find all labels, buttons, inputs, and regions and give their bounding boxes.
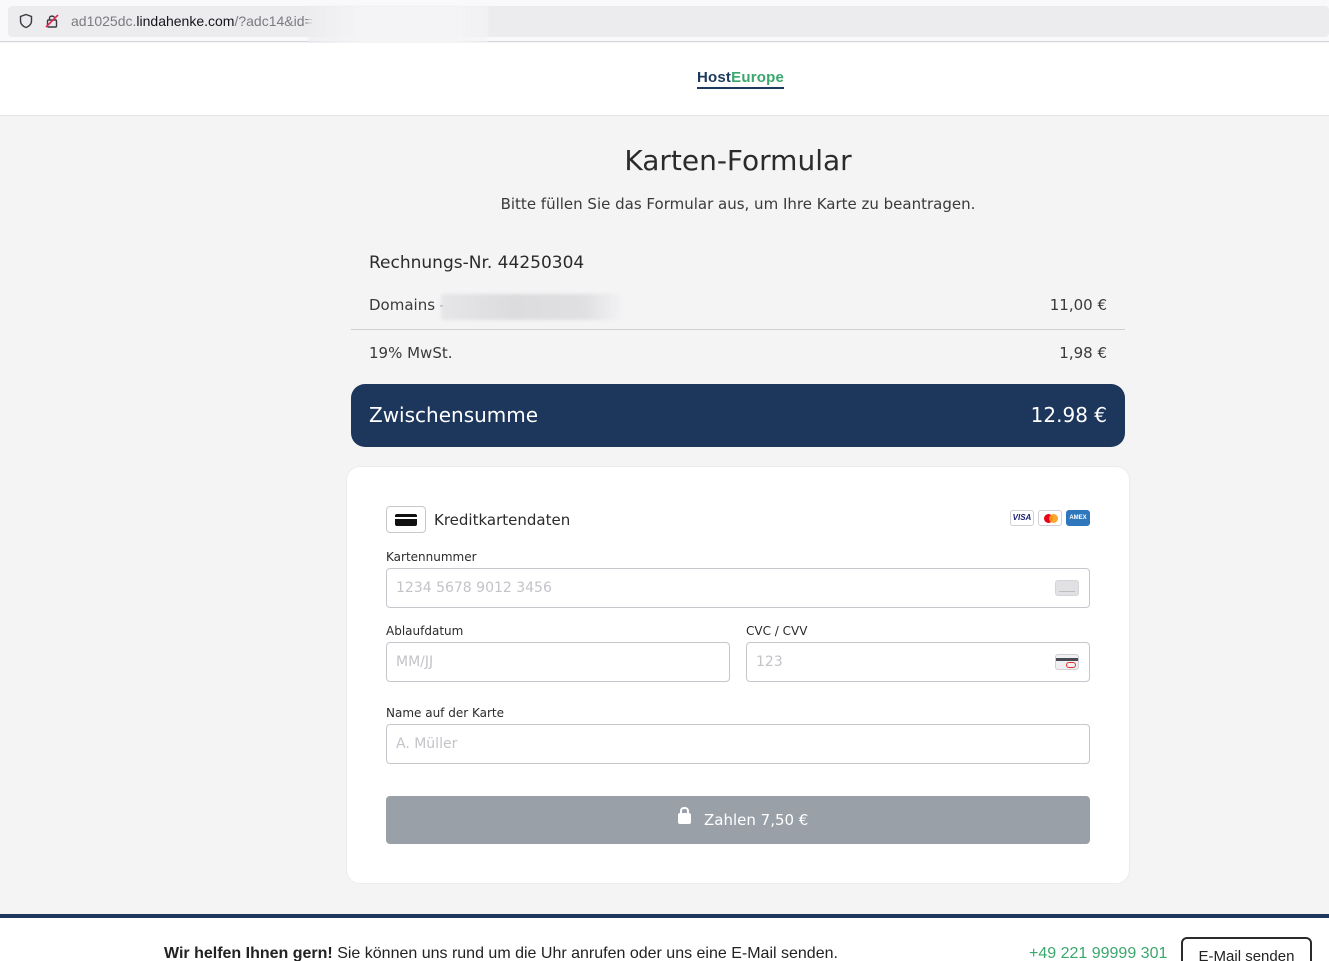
shield-icon[interactable] (18, 13, 34, 29)
insecure-lock-icon[interactable] (44, 13, 60, 29)
card-form-title: Kreditkartendaten (434, 511, 571, 529)
browser-address-bar: ad1025dc.lindahenke.com/?adc14&id= (0, 0, 1329, 54)
invoice-number: Rechnungs-Nr. 44250304 (369, 253, 585, 273)
line-label: Domains - (369, 296, 446, 314)
visa-logo-icon: VISA (1010, 510, 1034, 526)
line-amount: 11,00 € (1049, 296, 1107, 314)
card-placeholder-icon (1055, 580, 1079, 596)
subtotal-amount: 12.98 € (1030, 403, 1107, 427)
pay-button[interactable]: Zahlen 7,50 € (386, 796, 1090, 844)
page-subtitle: Bitte füllen Sie das Formular aus, um Ih… (500, 195, 976, 213)
cvc-label: CVC / CVV (746, 624, 808, 638)
credit-card-icon (386, 506, 426, 533)
expiry-label: Ablaufdatum (386, 624, 464, 638)
expiry-input[interactable] (386, 642, 730, 682)
subtotal-bar: Zwischensumme 12.98 € (351, 384, 1125, 447)
line-amount: 1,98 € (1059, 344, 1107, 362)
pay-button-label: Zahlen 7,50 € (704, 811, 809, 829)
lock-icon (678, 807, 691, 824)
send-email-button[interactable]: E-Mail senden (1181, 937, 1312, 961)
page-title: Karten-Formular (624, 144, 852, 177)
card-number-label: Kartennummer (386, 550, 477, 564)
cvc-input[interactable] (746, 642, 1090, 682)
url-text[interactable]: ad1025dc.lindahenke.com/?adc14&id= (71, 13, 313, 29)
cardholder-name-label: Name auf der Karte (386, 706, 504, 720)
help-text: Wir helfen Ihnen gern! Sie können uns ru… (164, 945, 838, 961)
url-field[interactable]: ad1025dc.lindahenke.com/?adc14&id= (8, 6, 1329, 54)
card-number-input[interactable] (386, 568, 1090, 608)
invoice-line-vat: 19% MwSt. 1,98 € (351, 330, 1125, 378)
cardholder-name-input[interactable] (386, 724, 1090, 764)
subtotal-label: Zwischensumme (369, 403, 539, 427)
support-phone-link[interactable]: +49 221 99999 301 (1029, 945, 1167, 961)
hosteurope-logo[interactable]: HostEurope (697, 69, 785, 89)
help-footer: Wir helfen Ihnen gern! Sie können uns ru… (0, 914, 1329, 961)
amex-logo-icon: AMEX (1066, 510, 1090, 526)
mastercard-logo-icon (1038, 510, 1062, 526)
redacted-domain-blur (441, 294, 621, 320)
site-header: HostEurope (0, 43, 1329, 116)
cvc-card-back-icon (1055, 654, 1079, 670)
line-label: 19% MwSt. (369, 344, 453, 362)
